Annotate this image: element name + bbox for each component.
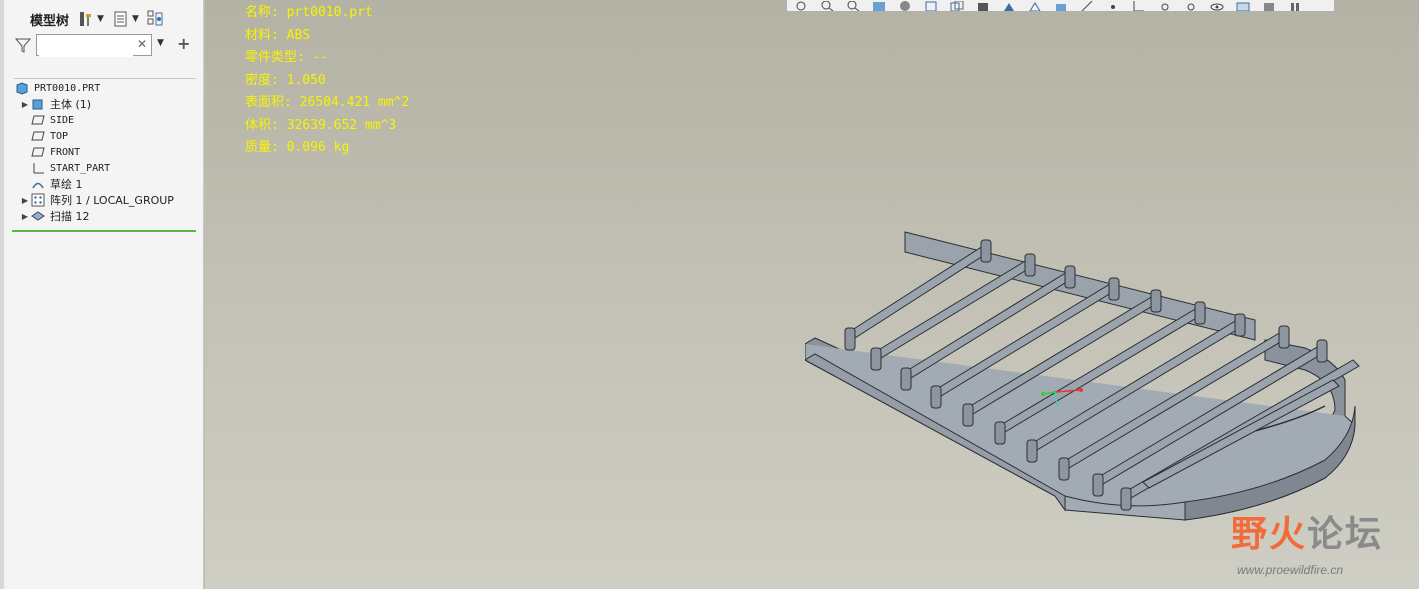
search-input[interactable] [39,37,133,57]
sweep-icon [30,209,46,223]
tree-item[interactable]: FRONT [12,144,198,160]
tree-item[interactable]: ▶ 主体 (1) [12,96,198,112]
csys-display-icon[interactable] [1131,0,1147,11]
tree-item-label: 草绘 1 [50,178,83,191]
refit-icon[interactable] [793,1,809,11]
search-row: ✕ ▼ + [14,34,198,58]
section-icon[interactable] [1001,1,1017,11]
expand-arrow-icon[interactable]: ▶ [20,196,30,205]
tree-item[interactable]: ▶ 阵列 1 / LOCAL_GROUP [12,192,198,208]
point-display-icon[interactable] [1105,1,1121,11]
search-box[interactable]: ✕ [36,34,152,57]
part-icon [14,81,30,95]
expand-arrow-icon[interactable]: ▶ [20,100,30,109]
model-info-overlay: 名称: prt0010.prt 材料: ABS 零件类型: -- 密度: 1.050 表… [245,2,409,160]
datum-plane-icon [30,145,46,159]
add-icon[interactable]: + [177,34,190,53]
settings-dropdown-icon[interactable]: ▼ [97,14,104,24]
tree-item-label: PRT0010.PRT [34,82,101,94]
tree-item-label: TOP [50,130,69,142]
filter-icon[interactable] [14,36,32,54]
datum-plane-icon [30,129,46,143]
view-manager-icon[interactable] [949,0,965,11]
panel-edge [0,0,4,589]
tree-item-label: SIDE [50,114,75,126]
active-view-icon[interactable] [1235,1,1251,11]
info-line: 材料: ABS [245,27,311,43]
info-line: 质量: 0.096 kg [245,140,350,155]
plane-tag-icon[interactable] [1157,1,1173,11]
tree-item[interactable]: TOP [12,128,198,144]
tree-item[interactable]: PRT0010.PRT [12,80,198,96]
watermark-text-b: 论坛 [1307,514,1384,555]
watermark-url: www.proewildfire.cn [1237,563,1344,577]
body-icon [30,97,46,111]
tree-header-strip [14,60,196,79]
pattern-icon [30,193,46,207]
tree-item[interactable]: 草绘 1 [12,176,198,192]
pause-icon[interactable] [1287,1,1303,11]
model-tree: PRT0010.PRT ▶ 主体 (1) SIDE TOP FRONT START_PART… [12,80,198,224]
graphics-window[interactable]: 名称: prt0010.prt 材料: ABS 零件类型: -- 密度: 1.050 表… [205,0,1419,589]
watermark: 野火论坛 www.proewildfire.cn [1231,514,1384,578]
tree-item-label: 扫描 12 [50,210,90,223]
tree-item-label: START_PART [50,162,111,174]
info-line: 体积: 32639.652 mm^3 [245,117,397,133]
annotation-display-icon[interactable] [1053,1,1069,11]
saved-views-icon[interactable] [923,1,939,11]
show-icon[interactable] [112,10,130,28]
datum-display-icon[interactable] [1027,1,1043,11]
watermark-text-a: 野火 [1231,514,1308,555]
tree-item[interactable]: START_PART [12,160,198,176]
info-line: 零件类型: -- [245,50,329,65]
coordinate-system-icon [30,161,46,175]
measure-icon[interactable] [1261,1,1277,11]
perspective-icon[interactable] [975,1,991,11]
tree-item[interactable]: ▶ 扫描 12 [12,208,198,224]
datum-plane-icon [30,113,46,127]
eye-icon[interactable] [1209,1,1225,11]
insert-indicator [12,230,196,232]
spin-center-icon[interactable] [1183,1,1199,11]
search-dropdown-icon[interactable]: ▼ [157,38,164,48]
clear-icon[interactable]: ✕ [137,37,147,51]
settings-tools-icon[interactable] [77,10,95,28]
show-dropdown-icon[interactable]: ▼ [132,14,139,24]
expand-arrow-icon[interactable]: ▶ [20,212,30,221]
sketch-icon [30,177,46,191]
model-tree-title: 模型树 [30,13,70,29]
model-tree-panel: 模型树 ▼ ▼ ✕ ▼ + PRT0010.PRT ▶ 主体 (1) SIDE TOP F… [0,0,204,589]
axis-display-icon[interactable] [1079,0,1095,11]
zoom-out-icon[interactable] [845,0,861,11]
info-line: 密度: 1.050 [245,72,326,88]
tree-item-label: 阵列 1 / LOCAL_GROUP [50,194,174,207]
part-model[interactable] [805,220,1365,550]
info-line: 表面积: 26504.421 mm^2 [245,95,410,110]
tree-filter-icon[interactable] [147,10,165,28]
zoom-in-icon[interactable] [819,0,835,11]
repaint-icon[interactable] [871,1,887,11]
tree-item[interactable]: SIDE [12,112,198,128]
tree-item-label: FRONT [50,146,81,158]
info-line: 名称: prt0010.prt [245,5,373,20]
model-tree-toolbar: 模型树 ▼ ▼ [10,6,165,32]
view-toolbar [786,0,1335,12]
tree-item-label: 主体 (1) [50,98,92,111]
display-style-icon[interactable] [897,0,913,11]
